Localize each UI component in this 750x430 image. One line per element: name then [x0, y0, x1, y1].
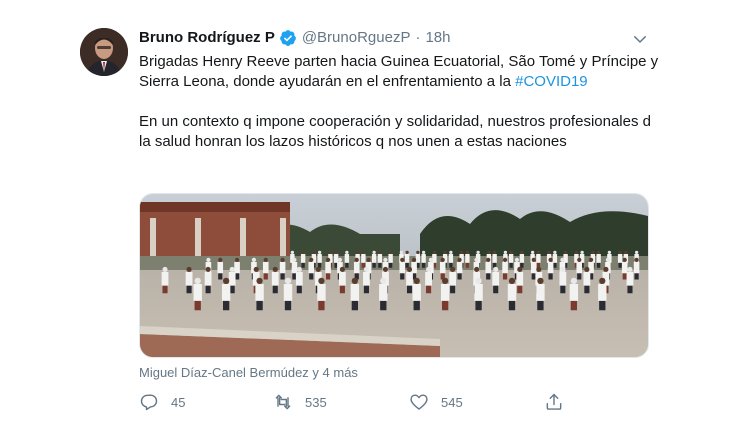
share-button[interactable] [544, 391, 564, 413]
tweet-text: Brigadas Henry Reeve parten hacia Guinea… [139, 52, 659, 152]
tweet-timestamp[interactable]: 18h [425, 28, 450, 48]
like-count: 545 [441, 394, 463, 410]
retweet-count: 535 [305, 394, 327, 410]
author-handle[interactable]: @BrunoRguezP [302, 28, 411, 48]
retweet-button[interactable]: 535 [273, 391, 327, 413]
tweet-actions: 45 535 545 [139, 391, 579, 413]
like-button[interactable]: 545 [409, 391, 463, 413]
tweet-paragraph-1: Brigadas Henry Reeve parten hacia Guinea… [139, 52, 659, 92]
reply-icon [140, 394, 158, 411]
tweet-header: Bruno Rodríguez P @BrunoRguezP · 18h [139, 28, 450, 48]
tweet-card[interactable]: Bruno Rodríguez P @BrunoRguezP · 18h Bri… [0, 0, 750, 430]
verified-badge-icon [279, 29, 297, 47]
author-avatar[interactable] [80, 28, 128, 76]
tweet-photo[interactable] [139, 193, 649, 358]
tagged-users[interactable]: Miguel Díaz-Canel Bermúdez y 4 más [139, 364, 358, 382]
hashtag-link[interactable]: #COVID19 [515, 73, 588, 90]
heart-icon [410, 394, 428, 410]
share-icon [546, 393, 562, 410]
reply-count: 45 [171, 394, 186, 410]
tweet-paragraph-2: En un contexto q impone cooperación y so… [139, 113, 651, 150]
author-name[interactable]: Bruno Rodríguez P [139, 28, 275, 48]
retweet-icon [275, 394, 291, 410]
reply-button[interactable]: 45 [139, 391, 185, 413]
header-separator: · [415, 29, 421, 46]
chevron-down-icon[interactable] [631, 30, 649, 48]
